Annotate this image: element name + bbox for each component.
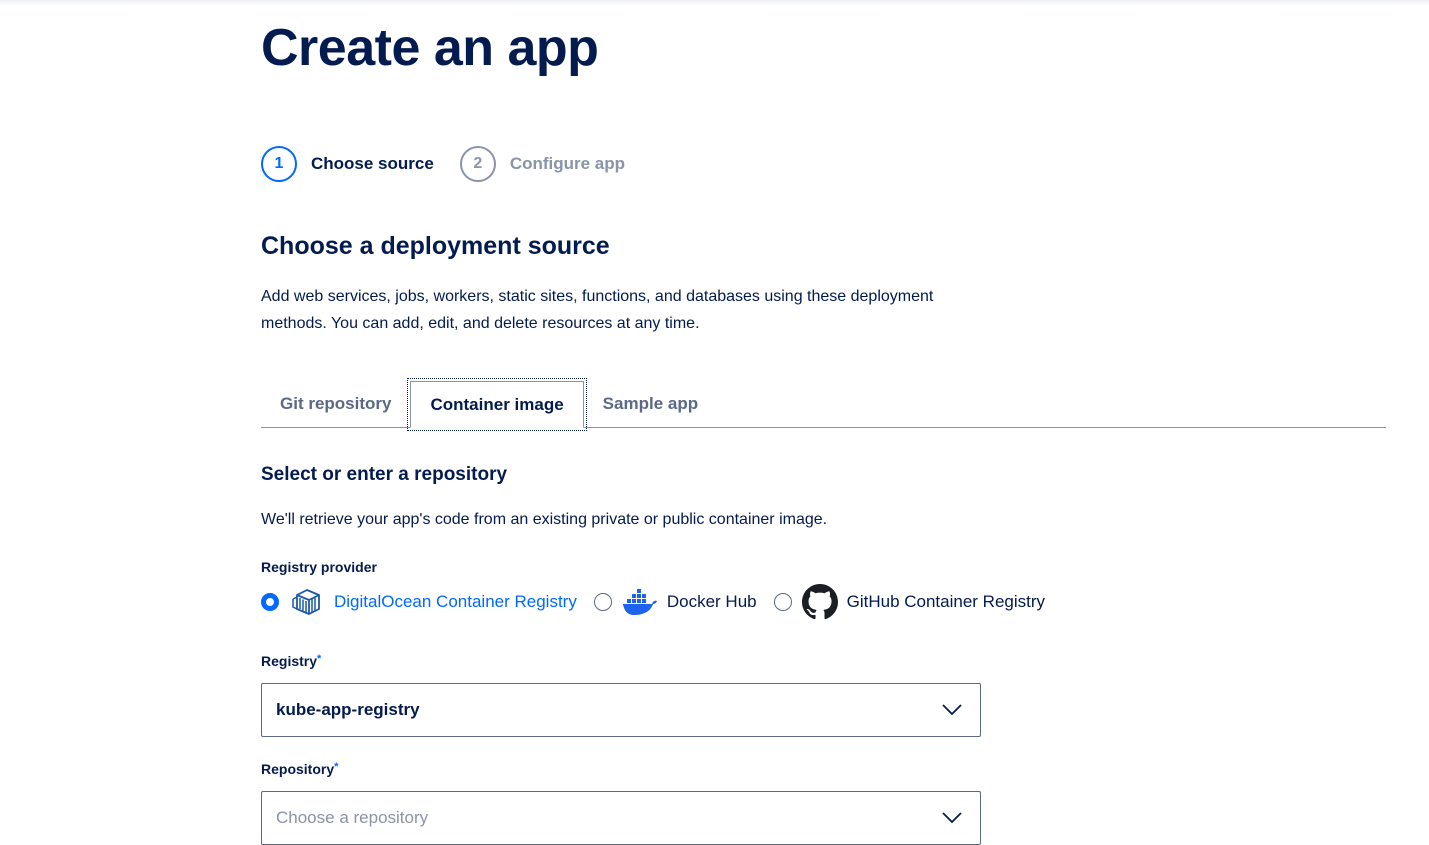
provider-github[interactable]: GitHub Container Registry [773, 584, 1046, 620]
docker-icon [622, 584, 658, 620]
registry-label: Registry* [261, 653, 321, 669]
radio-button[interactable] [593, 593, 612, 611]
tab-sample-app[interactable]: Sample app [584, 381, 717, 427]
repository-select-placeholder: Choose a repository [276, 808, 429, 827]
step-choose-source: 1 Choose source [261, 146, 434, 182]
repository-description: We'll retrieve your app's code from an e… [261, 511, 828, 528]
repository-label: Repository* [261, 761, 338, 777]
radio-button[interactable] [773, 593, 792, 611]
repository-label-text: Repository [261, 761, 335, 777]
step-number: 2 [459, 146, 496, 182]
registry-select[interactable]: kube-app-registry [261, 683, 981, 737]
section-description: Add web services, jobs, workers, static … [261, 288, 934, 332]
page-title: Create an app [261, 19, 599, 77]
repository-heading: Select or enter a repository [261, 464, 508, 485]
provider-digitalocean[interactable]: DigitalOcean Container Registry [261, 584, 577, 620]
required-marker: * [334, 761, 339, 773]
registry-select-value: kube-app-registry [276, 700, 420, 719]
stepper: 1 Choose source 2 Configure app [261, 146, 651, 182]
step-configure-app: 2 Configure app [459, 146, 626, 182]
source-tabs: Git repository Container image Sample ap… [261, 378, 1386, 431]
step-label: Configure app [509, 154, 626, 173]
radio-button[interactable] [261, 593, 279, 611]
registry-provider-label: Registry provider [261, 559, 377, 575]
registry-label-text: Registry [261, 653, 318, 669]
required-marker: * [317, 653, 322, 665]
chevron-down-icon [942, 812, 962, 824]
tab-git-repository[interactable]: Git repository [261, 381, 410, 427]
provider-docker-hub[interactable]: Docker Hub [593, 584, 757, 620]
tab-container-image[interactable]: Container image [407, 378, 587, 431]
provider-label: DigitalOcean Container Registry [334, 592, 577, 611]
provider-label: GitHub Container Registry [846, 592, 1046, 611]
provider-label: Docker Hub [666, 592, 757, 611]
section-heading: Choose a deployment source [261, 232, 610, 260]
repository-select[interactable]: Choose a repository [261, 791, 981, 845]
github-icon [801, 584, 838, 620]
registry-provider-group: DigitalOcean Container Registry Docker H… [261, 584, 1062, 620]
step-label: Choose source [311, 154, 434, 173]
top-bar-shadow [0, 0, 1429, 6]
digitalocean-registry-icon [289, 584, 325, 620]
step-number: 1 [261, 146, 297, 182]
chevron-down-icon [942, 704, 962, 716]
